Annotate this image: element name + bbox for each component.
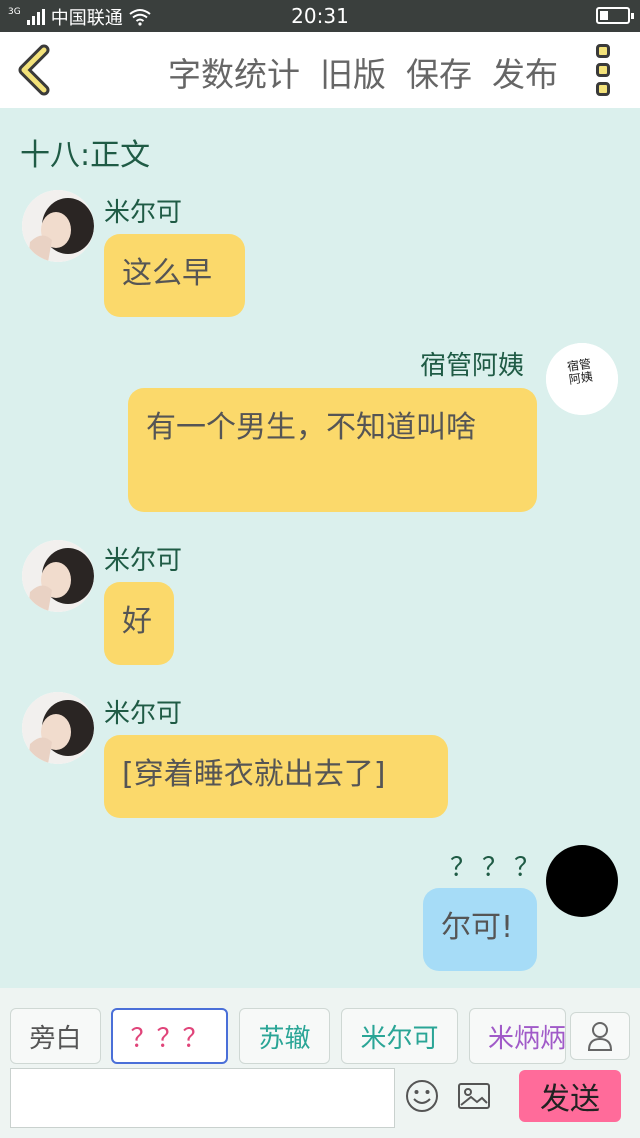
avatar-handwriting: 宿管阿姨	[566, 356, 594, 387]
message-bubble[interactable]: 有一个男生，不知道叫啥	[128, 388, 537, 512]
character-chip[interactable]: ？？？	[111, 1008, 228, 1064]
message-input[interactable]	[10, 1068, 395, 1128]
avatar[interactable]	[546, 845, 618, 917]
message-bubble[interactable]: 尔可!	[423, 888, 537, 971]
toolbar-actions: 字数统计 旧版 保存 发布	[168, 48, 558, 96]
image-button[interactable]	[456, 1078, 494, 1116]
avatar[interactable]	[22, 540, 94, 612]
chevron-left-icon	[18, 44, 50, 96]
status-bar: 3G 中国联通 20:31	[0, 0, 640, 32]
more-vertical-icon[interactable]	[596, 44, 618, 96]
avatar[interactable]	[22, 190, 94, 262]
avatar[interactable]: 宿管阿姨	[546, 343, 618, 415]
top-toolbar: 字数统计 旧版 保存 发布	[0, 32, 640, 108]
back-button[interactable]	[8, 40, 68, 100]
old-version-button[interactable]: 旧版	[320, 48, 386, 96]
status-time: 20:31	[291, 4, 349, 28]
sender-name: 宿管阿姨	[420, 351, 525, 381]
character-chip[interactable]: 旁白	[10, 1008, 101, 1064]
mierke-avatar-icon	[22, 190, 94, 262]
character-chip[interactable]: 苏辙	[239, 1008, 330, 1064]
publish-button[interactable]: 发布	[492, 48, 558, 96]
save-button[interactable]: 保存	[406, 48, 472, 96]
emoji-icon	[406, 1080, 438, 1112]
person-icon	[587, 1022, 613, 1051]
character-chip[interactable]: 米尔可	[341, 1008, 458, 1064]
mierke-avatar-icon	[22, 540, 94, 612]
emoji-button[interactable]	[404, 1078, 442, 1116]
character-chip[interactable]: 米炳炳	[469, 1008, 566, 1064]
battery-icon	[596, 7, 634, 24]
person-button[interactable]	[570, 1012, 630, 1060]
mierke-avatar-icon	[22, 692, 94, 764]
message-bubble[interactable]: 这么早	[104, 234, 245, 317]
chapter-title: 十八:正文	[20, 138, 151, 173]
message-bubble[interactable]: 好	[104, 582, 174, 665]
sender-name: 米尔可	[104, 198, 183, 228]
sender-name: 米尔可	[104, 546, 183, 576]
composer-panel: 旁白 ？？？ 苏辙 米尔可 米炳炳 发送	[0, 988, 640, 1138]
sender-name: ？？？	[450, 853, 547, 883]
message-bubble[interactable]: [穿着睡衣就出去了]	[104, 735, 448, 818]
send-button[interactable]: 发送	[519, 1070, 621, 1122]
image-icon	[458, 1083, 490, 1109]
word-count-button[interactable]: 字数统计	[168, 48, 300, 96]
avatar[interactable]	[22, 692, 94, 764]
sender-name: 米尔可	[104, 699, 183, 729]
